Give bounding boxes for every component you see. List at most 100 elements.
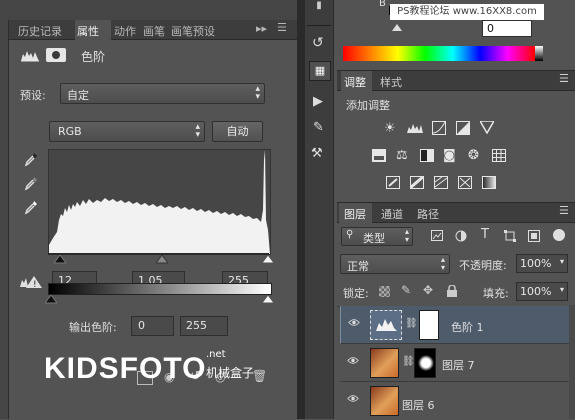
selective-color-icon[interactable] [458, 176, 472, 192]
auto-button[interactable]: 自动 [212, 121, 263, 142]
b-value-field[interactable]: 0 [482, 20, 532, 37]
layer-name[interactable]: 色阶 1 [451, 319, 484, 335]
gray-point-eyedropper-icon[interactable] [23, 175, 39, 191]
posterize-icon[interactable] [409, 174, 425, 192]
layer-filter-select[interactable]: ⚲ 类型 ▴ ▾ [341, 227, 413, 246]
clipping-warning-icon[interactable]: ! [19, 275, 43, 290]
fill-arrow-icon: ▾ [559, 285, 564, 294]
output-black-field[interactable]: 0 [131, 316, 174, 336]
select-arrows-icon: ▴ ▾ [440, 255, 445, 272]
filter-toggle-icon[interactable] [553, 229, 565, 241]
top-watermark: PS教程论坛 www.16XX8.com [390, 4, 544, 20]
brand-cn-text: 机械盒子 [206, 366, 255, 380]
input-gamma-slider-handle[interactable] [155, 254, 169, 267]
color-panel: B 0 PS教程论坛 www.16XX8.com [337, 0, 575, 70]
tab-brush[interactable]: 画笔 [143, 23, 165, 39]
fill-label: 填充: [483, 287, 509, 300]
lock-image-icon[interactable]: ✎ [401, 283, 411, 297]
delete-icon[interactable]: 🗑 [252, 369, 267, 383]
preset-select[interactable]: 自定 ▴ ▾ [60, 83, 265, 104]
curves-icon[interactable] [432, 121, 446, 138]
lock-position-icon[interactable]: ✥ [423, 283, 433, 297]
tab-layers[interactable]: 图层 [344, 206, 366, 222]
layers-scrollbar[interactable] [569, 305, 575, 419]
panel-collapse-icon[interactable]: ▸▸ [256, 22, 267, 35]
filter-smart-object-icon[interactable] [528, 230, 540, 245]
visibility-eye-icon[interactable] [347, 356, 359, 365]
black-point-eyedropper-icon[interactable] [23, 151, 39, 167]
top-strip [8, 0, 297, 20]
brightness-contrast-icon[interactable]: ☀ [384, 121, 396, 136]
color-lookup-icon[interactable] [492, 149, 506, 165]
layer-row-6[interactable]: 图层 6 [340, 382, 575, 419]
color-balance-icon[interactable]: ⚖ [396, 148, 408, 163]
preset-value: 自定 [67, 89, 89, 102]
brand-watermark: KIDSFOTO .net 机械盒子 [44, 349, 254, 386]
adjustments-menu-icon[interactable]: ☰ [559, 72, 569, 85]
output-white-slider-handle[interactable] [261, 294, 275, 307]
history-icon[interactable]: ↺ [312, 35, 324, 51]
lock-transparent-icon[interactable] [379, 286, 390, 297]
tab-brush-presets[interactable]: 画笔预设 [171, 23, 215, 39]
link-chain-icon[interactable]: ⛓ [402, 356, 415, 367]
output-white-field[interactable]: 255 [180, 316, 228, 336]
filter-shape-icon[interactable] [504, 230, 516, 245]
select-arrows-icon: ▴ ▾ [404, 227, 409, 244]
tab-adjustments[interactable]: 调整 [344, 74, 366, 90]
exposure-icon[interactable] [456, 121, 470, 138]
filter-type-icon[interactable]: T [481, 227, 489, 242]
lock-all-icon[interactable] [447, 284, 457, 300]
tab-paths[interactable]: 路径 [417, 206, 439, 222]
adjustment-layer-thumbnail [370, 310, 402, 340]
layer-name[interactable]: 图层 7 [442, 357, 475, 373]
left-gutter [0, 0, 8, 419]
brush-presets-icon[interactable]: ⚒ [311, 146, 323, 161]
threshold-icon[interactable] [434, 176, 448, 192]
tab-actions[interactable]: 动作 [114, 23, 136, 39]
visibility-eye-icon[interactable] [347, 394, 359, 403]
mask-icon[interactable] [46, 48, 66, 62]
opacity-field[interactable]: 100% ▾ [516, 254, 568, 273]
layers-tab-bar [337, 203, 575, 223]
blend-mode-select[interactable]: 正常 ▴ ▾ [340, 254, 450, 274]
input-black-slider-handle[interactable] [53, 254, 67, 267]
fill-value: 100% [520, 285, 552, 298]
channel-select[interactable]: RGB ▴ ▾ [49, 121, 205, 142]
tab-channels[interactable]: 通道 [381, 206, 403, 222]
photo-filter-icon[interactable]: ◙ [443, 148, 456, 163]
tab-history[interactable]: 历史记录 [18, 23, 62, 39]
filter-adjustment-icon[interactable] [455, 230, 467, 245]
fill-field[interactable]: 100% ▾ [516, 282, 568, 301]
layer-row-levels[interactable]: ⛓ 色阶 1 [340, 306, 575, 344]
levels-icon[interactable] [406, 122, 424, 137]
channel-mixer-icon[interactable]: ❂ [468, 148, 479, 163]
tab-properties[interactable]: 属性 [77, 23, 99, 39]
input-white-slider-handle[interactable] [261, 254, 275, 267]
white-point-eyedropper-icon[interactable] [23, 199, 39, 215]
color-spectrum-bar[interactable] [343, 46, 535, 61]
panel-menu-icon[interactable]: ☰ [277, 21, 287, 34]
output-black-slider-handle[interactable] [44, 294, 58, 307]
brush-icon[interactable]: ✎ [313, 120, 324, 135]
link-chain-icon[interactable]: ⛓ [405, 318, 418, 329]
layer-name[interactable]: 图层 6 [402, 397, 435, 413]
blend-mode-value: 正常 [347, 260, 369, 273]
invert-icon[interactable] [386, 176, 400, 192]
properties-icon[interactable]: ▦ [309, 61, 331, 81]
hue-saturation-icon[interactable] [372, 149, 386, 165]
layer-row-7[interactable]: ⛓ 图层 7 [340, 344, 575, 382]
actions-play-icon[interactable]: ▶ [313, 94, 323, 109]
black-white-icon[interactable] [420, 149, 434, 165]
gripper-icon: ▮ [316, 0, 322, 11]
filter-pixel-icon[interactable] [431, 230, 443, 244]
vibrance-icon[interactable] [478, 120, 496, 137]
tab-styles[interactable]: 样式 [380, 74, 402, 90]
grayscale-ramp[interactable] [535, 46, 543, 61]
visibility-eye-icon[interactable] [348, 318, 360, 327]
output-white-value: 255 [186, 319, 207, 332]
gradient-map-icon[interactable] [482, 176, 496, 192]
b-slider-handle[interactable] [392, 22, 402, 35]
layer-mask-thumbnail[interactable] [419, 310, 439, 340]
layers-menu-icon[interactable]: ☰ [559, 204, 569, 217]
layer-mask-thumbnail[interactable] [414, 348, 436, 378]
